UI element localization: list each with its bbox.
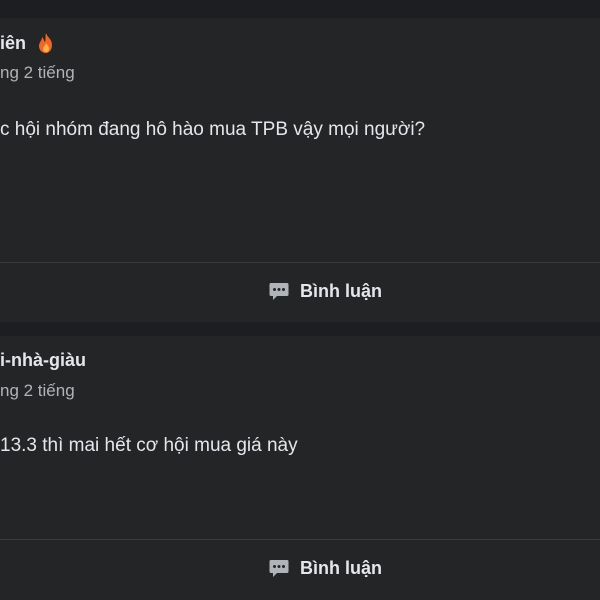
post-author[interactable]: i-nhà-giàu [0,350,86,371]
comment-icon [268,280,290,302]
post-action-bar: Bình luận [0,263,600,319]
post-card: i-nhà-giàu ng 2 tiếng 13.3 thì mai hết c… [0,336,600,600]
post-feed: iên ng 2 tiếng c hội nhóm đang hô hào mu… [0,0,600,600]
post-timestamp[interactable]: ng 2 tiếng [0,63,75,83]
comment-button-label: Bình luận [300,557,382,578]
comment-icon [268,557,290,579]
post-card: iên ng 2 tiếng c hội nhóm đang hô hào mu… [0,18,600,322]
post-text: 13.3 thì mai hết cơ hội mua giá này [0,435,298,456]
post-action-bar: Bình luận [0,540,600,596]
post-author[interactable]: iên [0,32,56,54]
post-text: c hội nhóm đang hô hào mua TPB vậy mọi n… [0,119,426,140]
post-author-name[interactable]: i-nhà-giàu [0,350,86,371]
post-timestamp[interactable]: ng 2 tiếng [0,381,75,401]
comment-button[interactable]: Bình luận [258,274,392,308]
post-author-name[interactable]: iên [0,33,26,54]
comment-button-label: Bình luận [300,280,382,301]
comment-button[interactable]: Bình luận [258,551,392,585]
fire-icon [36,32,56,54]
